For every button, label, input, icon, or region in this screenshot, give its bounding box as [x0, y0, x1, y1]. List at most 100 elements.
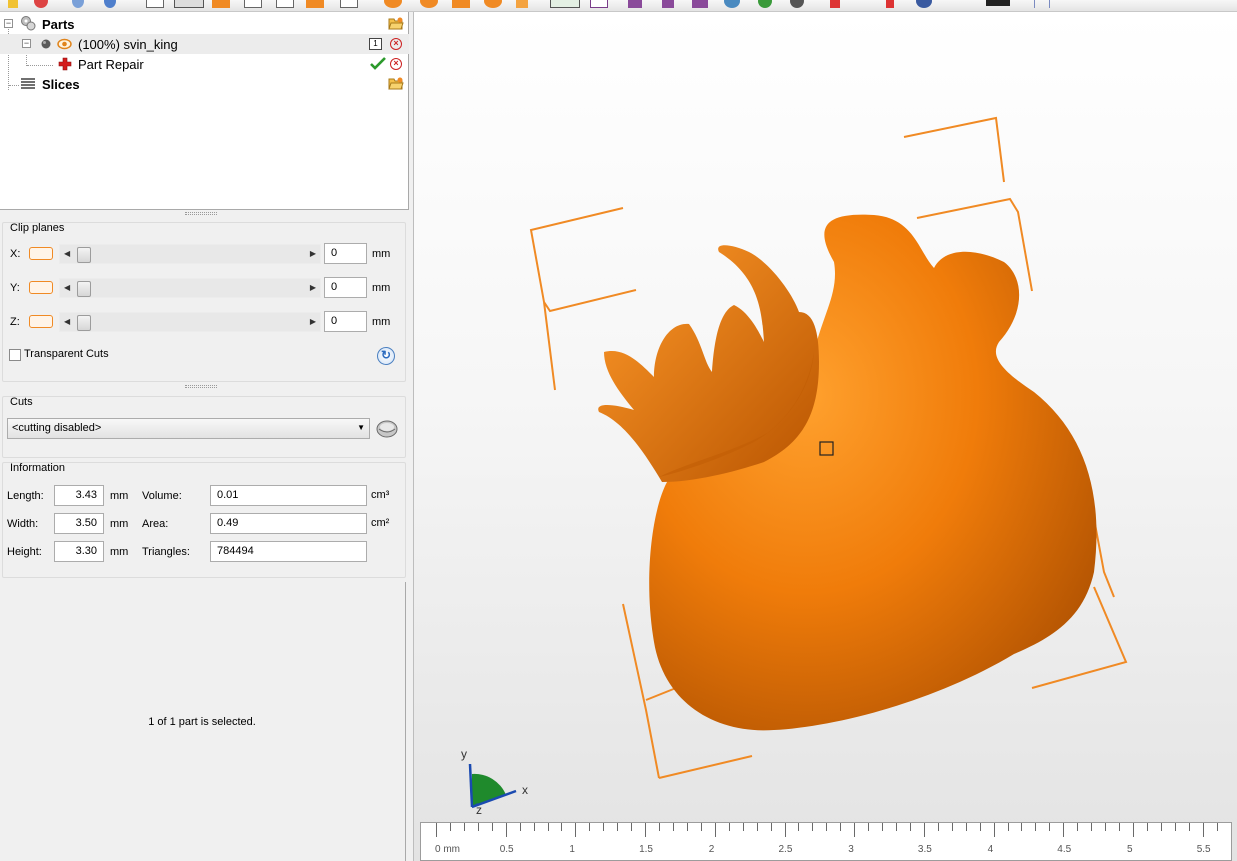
toolbar-button[interactable] [420, 0, 438, 8]
toolbar-button[interactable] [276, 0, 294, 8]
toolbar-button[interactable] [72, 0, 84, 8]
eye-icon[interactable] [57, 38, 72, 53]
ruler-tick [728, 823, 730, 831]
transparent-cuts-label[interactable]: Transparent Cuts [24, 348, 109, 360]
panel-splitter[interactable] [185, 212, 217, 215]
tree-row-parts[interactable]: − Parts [0, 14, 409, 34]
clip-x-toggle[interactable] [29, 247, 53, 260]
ruler-tick [937, 823, 939, 831]
toolbar-button[interactable] [146, 0, 164, 8]
folder-open-icon[interactable] [388, 76, 404, 93]
ruler-tick [840, 823, 842, 831]
ruler-label: 4.5 [1057, 844, 1072, 855]
transparent-cuts-checkbox[interactable] [9, 349, 21, 361]
ruler-tick [659, 823, 661, 831]
clip-z-label: Z: [10, 316, 20, 328]
toolbar-button[interactable] [1034, 0, 1050, 8]
cuts-group: Cuts <cutting disabled> ▼ [2, 396, 406, 458]
width-unit: mm [110, 518, 129, 530]
gizmo-y-axis [468, 763, 474, 808]
toolbar-button-active[interactable] [550, 0, 580, 8]
ruler-tick [868, 823, 870, 831]
slider-right-arrow[interactable]: ▶ [310, 249, 316, 258]
bbox-corner [903, 116, 1005, 183]
viewport-canvas[interactable]: x y z [414, 12, 1237, 861]
slider-left-arrow[interactable]: ◀ [64, 283, 70, 292]
toolbar-button[interactable] [692, 0, 708, 8]
gizmo-x-label: x [522, 783, 528, 797]
toolbar-button[interactable] [986, 0, 1010, 6]
clip-x-input[interactable]: 0 [324, 243, 367, 264]
toolbar-button[interactable] [886, 0, 894, 8]
ruler-tick [1160, 823, 1162, 831]
toolbar-button[interactable] [916, 0, 932, 8]
left-panel: − Parts − (100%) svin_king 1 × Part Repa… [0, 12, 412, 861]
toolbar-button-active[interactable] [174, 0, 204, 8]
tree-row-part[interactable]: − (100%) svin_king 1 × [0, 34, 409, 54]
slices-icon [20, 77, 36, 94]
cuts-select[interactable]: <cutting disabled> ▼ [7, 418, 370, 439]
clip-y-toggle[interactable] [29, 281, 53, 294]
toolbar-button[interactable] [212, 0, 230, 8]
gizmo-z-label: z [476, 803, 482, 817]
folder-open-icon[interactable] [388, 16, 404, 33]
toolbar-button[interactable] [34, 0, 48, 8]
ruler-label: 2 [708, 844, 715, 855]
toolbar-button[interactable] [104, 0, 116, 8]
toolbar-button[interactable] [662, 0, 674, 8]
ruler-tick [993, 823, 995, 837]
3d-viewport[interactable]: x y z 0 mm 0.5 1 1.5 2 2.5 3 3.5 4 4.5 5 5.5 [413, 12, 1237, 861]
clip-x-slider[interactable]: ◀ ▶ [59, 244, 321, 264]
toolbar-button[interactable] [8, 0, 18, 8]
toolbar-button[interactable] [758, 0, 772, 8]
clip-y-input[interactable]: 0 [324, 277, 367, 298]
slider-thumb[interactable] [77, 315, 91, 331]
slider-left-arrow[interactable]: ◀ [64, 317, 70, 326]
clip-z-toggle[interactable] [29, 315, 53, 328]
slider-right-arrow[interactable]: ▶ [310, 283, 316, 292]
toolbar-button[interactable] [590, 0, 608, 8]
ruler-tick [826, 823, 828, 831]
ruler-label: 3 [848, 844, 854, 855]
ruler-tick [965, 823, 967, 831]
clip-z-unit: mm [372, 316, 391, 328]
toolbar-button[interactable] [628, 0, 642, 8]
slider-left-arrow[interactable]: ◀ [64, 249, 70, 258]
toolbar-button[interactable] [484, 0, 502, 8]
toolbar-button[interactable] [724, 0, 740, 8]
toolbar-button[interactable] [340, 0, 358, 8]
toolbar-button[interactable] [306, 0, 324, 8]
reset-clip-button[interactable]: ↻ [377, 347, 395, 365]
ruler-tick [1202, 823, 1204, 837]
part-count-badge[interactable]: 1 [369, 38, 382, 50]
ruler-tick [979, 823, 981, 831]
tree-row-part-repair[interactable]: Part Repair × [0, 54, 409, 74]
clip-z-slider[interactable]: ◀ ▶ [59, 312, 321, 332]
toolbar-button[interactable] [384, 0, 402, 8]
slider-right-arrow[interactable]: ▶ [310, 317, 316, 326]
clip-y-slider[interactable]: ◀ ▶ [59, 278, 321, 298]
close-circle-icon[interactable]: × [390, 58, 402, 70]
ruler-tick [1063, 823, 1065, 837]
collapse-toggle[interactable]: − [22, 39, 31, 48]
tree-row-slices[interactable]: Slices [0, 74, 409, 94]
toolbar-button[interactable] [244, 0, 262, 8]
ruler-tick [854, 823, 856, 837]
collapse-toggle[interactable]: − [4, 19, 13, 28]
toolbar-button[interactable] [830, 0, 840, 8]
toolbar-button[interactable] [452, 0, 470, 8]
parts-label: Parts [42, 17, 75, 32]
cut-tool-icon[interactable] [374, 416, 400, 440]
toolbar-button[interactable] [516, 0, 528, 8]
clip-y-unit: mm [372, 282, 391, 294]
ruler-tick [1174, 823, 1176, 831]
toolbar-button[interactable] [790, 0, 804, 8]
clip-z-input[interactable]: 0 [324, 311, 367, 332]
clip-planes-group: Clip planes X: ◀ ▶ 0 mm Y: ◀ ▶ 0 mm Z: ◀ [2, 222, 406, 382]
parts-tree[interactable]: − Parts − (100%) svin_king 1 × Part Repa… [0, 12, 409, 210]
ruler-label: 5.5 [1196, 844, 1211, 855]
panel-splitter[interactable] [185, 385, 217, 388]
close-circle-icon[interactable]: × [390, 38, 402, 50]
slider-thumb[interactable] [77, 281, 91, 297]
slider-thumb[interactable] [77, 247, 91, 263]
